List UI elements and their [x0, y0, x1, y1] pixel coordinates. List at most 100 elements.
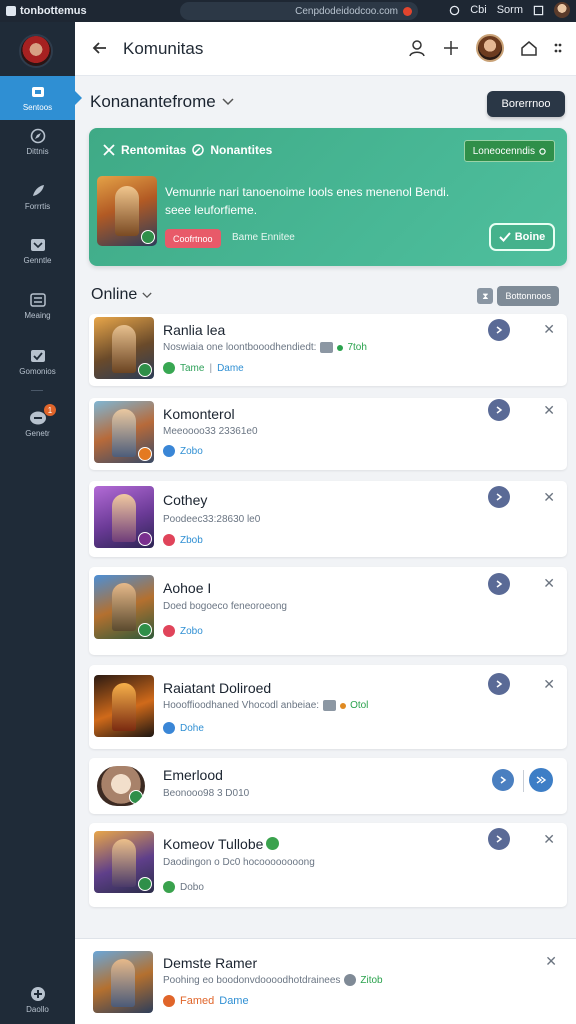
- swords-icon: [103, 144, 115, 156]
- sidebar-item-discover[interactable]: Dittnis: [0, 120, 75, 164]
- account-avatar[interactable]: [554, 2, 570, 18]
- address-url: Cenpdodeidodcoo.com: [295, 5, 398, 17]
- friend-card[interactable]: Komonterol Meeoooo33 23361e0 Zobo ✕: [89, 398, 567, 470]
- inbox-icon: [29, 237, 47, 253]
- friend-name: Demste Ramer: [163, 955, 258, 971]
- game-icon: [163, 534, 175, 546]
- sidebar-user-avatar[interactable]: [19, 34, 53, 68]
- close-icon[interactable]: ✕: [543, 489, 555, 506]
- action-divider: [523, 770, 524, 792]
- arrow-icon: [496, 493, 503, 501]
- game-icon: [163, 445, 175, 457]
- friend-card[interactable]: Demste Ramer Poohing eo boodonvdoooodhot…: [75, 939, 576, 1024]
- friend-status: Daodingon o Dc0 hocoooooooong: [163, 857, 315, 868]
- friend-card[interactable]: Cothey Poodeec33:28630 le0 Zbob ✕: [89, 481, 567, 557]
- window-icon[interactable]: [533, 5, 544, 16]
- game-icon: [163, 625, 175, 637]
- character-figure: [115, 186, 139, 236]
- record-indicator-icon: [403, 6, 412, 16]
- message-button[interactable]: [488, 673, 510, 695]
- featured-action-button[interactable]: Boine: [489, 223, 555, 251]
- status-badge-icon: [138, 363, 152, 377]
- online-section-header[interactable]: Online: [91, 286, 152, 304]
- chevron-down-icon: [142, 292, 152, 298]
- home-outline-icon[interactable]: [520, 39, 538, 57]
- game-name: Famed: [180, 995, 215, 1007]
- more-options-icon[interactable]: [554, 40, 562, 56]
- sidebar-item-chat[interactable]: 1 Genetr: [0, 402, 75, 446]
- status-text: Meeoooo33 23361e0: [163, 426, 258, 437]
- friend-game[interactable]: Dobo: [163, 881, 204, 893]
- friend-game[interactable]: Tame | Dame: [163, 362, 244, 374]
- sidebar-item-label: Forrrtis: [24, 202, 51, 211]
- address-bar[interactable]: Cenpdodeidodcoo.com: [180, 2, 418, 20]
- back-arrow-icon[interactable]: [89, 37, 111, 59]
- sliders-icon: [29, 292, 47, 308]
- friend-card[interactable]: Emerlood Beonooo98 3 D010: [89, 758, 567, 814]
- friend-card[interactable]: Raiatant Doliroed Hoooffioodhaned Vhocod…: [89, 665, 567, 749]
- sidebar-item-forums[interactable]: Forrrtis: [0, 175, 75, 219]
- featured-tag[interactable]: Coofrtnoo: [165, 229, 221, 248]
- game-name: Dohe: [180, 722, 204, 734]
- app-brand[interactable]: tonbottemus: [6, 5, 87, 17]
- sidebar-item-label: Genntle: [23, 256, 52, 265]
- status-text: Poohing eo boodonvdoooodhotdrainees: [163, 974, 341, 986]
- featured-pill[interactable]: Loneocenndis: [463, 140, 555, 162]
- topbar-label-b[interactable]: Sorm: [497, 4, 523, 16]
- friend-card[interactable]: Komeov Tullobe Daodingon o Dc0 hocoooooo…: [89, 823, 567, 907]
- call-button[interactable]: [529, 768, 553, 792]
- app-logo-icon: [6, 6, 16, 16]
- device-icon: [344, 974, 357, 986]
- friend-game[interactable]: Zobo: [163, 445, 203, 457]
- device-icon: [323, 700, 337, 711]
- close-icon[interactable]: ✕: [545, 953, 557, 970]
- friend-game[interactable]: Zbob: [163, 534, 203, 546]
- verified-badge-icon: [266, 837, 279, 850]
- system-top-bar: tonbottemus Cenpdodeidodcoo.com Cbi Sorm: [0, 0, 576, 22]
- community-name: Konanantefrome: [90, 92, 216, 111]
- friend-status: Beonooo98 3 D010: [163, 788, 249, 799]
- add-icon[interactable]: [442, 39, 460, 57]
- community-selector[interactable]: Konanantefrome: [90, 92, 234, 112]
- message-button[interactable]: [488, 828, 510, 850]
- sidebar-item-inbox[interactable]: Genntle: [0, 229, 75, 273]
- message-button[interactable]: [488, 573, 510, 595]
- sidebar-divider: [31, 390, 43, 391]
- friend-game[interactable]: Famed Dame: [163, 995, 249, 1007]
- featured-game-image[interactable]: [97, 176, 157, 246]
- sort-button[interactable]: Bottonnoos: [497, 286, 559, 306]
- topbar-label-a[interactable]: Cbi: [470, 4, 487, 16]
- message-button[interactable]: [488, 399, 510, 421]
- status-badge-icon: [138, 532, 152, 546]
- sidebar-item-settings[interactable]: Meaing: [0, 284, 75, 328]
- profile-icon[interactable]: [408, 39, 426, 57]
- join-button[interactable]: Borerrnoo: [487, 91, 565, 117]
- sidebar-item-label: Dittnis: [26, 147, 49, 156]
- sidebar: Sentoos Dittnis Forrrtis Genntle Meaing …: [0, 22, 82, 1024]
- away-dot-icon: [340, 702, 347, 709]
- sidebar-item-home[interactable]: Sentoos: [0, 76, 82, 120]
- message-button[interactable]: [488, 486, 510, 508]
- sidebar-item-games[interactable]: Daollo: [0, 978, 75, 1022]
- game-icon: [163, 362, 175, 374]
- friend-card[interactable]: Ranlia lea Noswiaia one loontbooodhendie…: [89, 314, 567, 386]
- voice-button[interactable]: [492, 769, 514, 791]
- close-icon[interactable]: ✕: [543, 676, 555, 693]
- gamepad-icon: [29, 986, 47, 1002]
- friend-status: Meeoooo33 23361e0: [163, 426, 258, 437]
- message-button[interactable]: [488, 319, 510, 341]
- friend-game[interactable]: Zobo: [163, 625, 203, 637]
- separator: |: [209, 362, 213, 374]
- sidebar-item-label: Meaing: [24, 311, 51, 320]
- close-icon[interactable]: ✕: [543, 321, 555, 338]
- filter-icon[interactable]: ⧗: [477, 288, 494, 304]
- refresh-icon[interactable]: [449, 5, 460, 16]
- close-icon[interactable]: ✕: [543, 402, 555, 419]
- friend-card[interactable]: Aohoe I Doed bogoeco feneoroeong Zobo ✕: [89, 567, 567, 655]
- friend-game[interactable]: Dohe: [163, 722, 204, 734]
- sidebar-item-tasks[interactable]: Gomonios: [0, 340, 75, 384]
- close-icon[interactable]: ✕: [543, 831, 555, 848]
- close-icon[interactable]: ✕: [543, 575, 555, 592]
- header-avatar[interactable]: [476, 34, 504, 62]
- playtime: Zitob: [360, 974, 383, 986]
